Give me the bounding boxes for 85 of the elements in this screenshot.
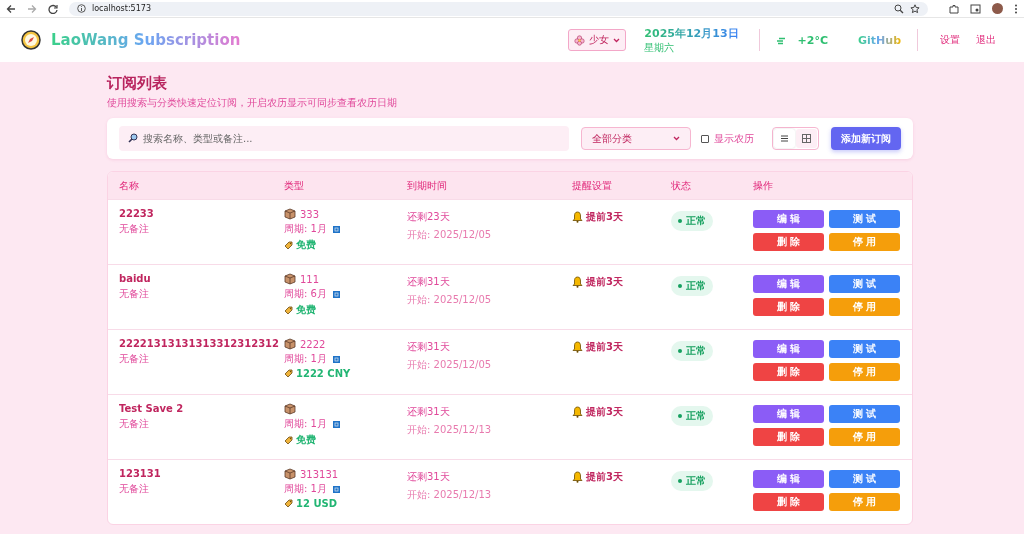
note-text: 无备注 (119, 352, 150, 366)
delete-button[interactable]: 删 除 (753, 428, 824, 446)
page-title: 订阅列表 (107, 74, 168, 93)
subscription-name: 22233 (119, 208, 155, 219)
reminder-text: 提前3天 (586, 275, 623, 289)
temperature-text: +2°C (797, 33, 829, 47)
price-text: 1222 CNY (296, 368, 351, 379)
cycle-text: 周期: 1月 (284, 352, 327, 366)
edit-button[interactable]: 编 辑 (753, 470, 824, 488)
price-text: 免费 (296, 303, 316, 317)
header-link[interactable]: 设置 (940, 33, 960, 47)
page-subtitle: 使用搜索与分类快速定位订阅，开启农历显示可同步查看农历日期 (107, 96, 398, 110)
category-select[interactable]: 全部分类 (581, 127, 691, 150)
delete-button[interactable]: 删 除 (753, 233, 824, 251)
start-date: 开始: 2025/12/13 (407, 488, 493, 502)
status-badge: 正常 (671, 276, 713, 296)
checkbox-label: 显示农历 (714, 131, 754, 146)
status-badge: 正常 (671, 471, 713, 491)
cycle-text: 周期: 1月 (284, 482, 327, 496)
price-text: 免费 (296, 433, 316, 447)
type-text: 313131 (300, 468, 339, 480)
reminder-text: 提前3天 (586, 210, 623, 224)
status-badge: 正常 (671, 406, 713, 426)
theme-select[interactable]: 少女 (568, 29, 627, 51)
reminder-text: 提前3天 (586, 405, 623, 419)
header-link[interactable]: 退出 (976, 33, 996, 47)
start-date: 开始: 2025/12/05 (407, 293, 493, 307)
column-header: 名称 (119, 178, 140, 193)
column-header: 提醒设置 (572, 178, 613, 193)
type-text: 2222 (300, 338, 326, 350)
reminder-text: 提前3天 (586, 340, 623, 354)
note-text: 无备注 (119, 222, 150, 236)
edit-button[interactable]: 编 辑 (753, 340, 824, 358)
remaining-days: 还剩31天 (407, 405, 572, 419)
reminder-text: 提前3天 (586, 470, 623, 484)
type-text: 111 (300, 273, 320, 285)
column-header: 操作 (753, 178, 774, 193)
cycle-text: 周期: 1月 (284, 222, 327, 236)
test-button[interactable]: 测 试 (829, 405, 900, 423)
remaining-days: 还剩23天 (407, 210, 572, 224)
type-text: 333 (300, 208, 320, 220)
subscription-name: baidu (119, 273, 152, 284)
price-text: 免费 (296, 238, 316, 252)
url-text: localhost:5173 (92, 4, 152, 13)
address-bar[interactable]: localhost:5173 (69, 1, 928, 16)
subscription-name: 22221313131313312312312 (119, 338, 281, 349)
price-text: 12 USD (296, 498, 338, 509)
column-header: 状态 (671, 178, 692, 193)
remaining-days: 还剩31天 (407, 470, 572, 484)
disable-button[interactable]: 停 用 (829, 233, 900, 251)
disable-button[interactable]: 停 用 (829, 298, 900, 316)
disable-button[interactable]: 停 用 (829, 363, 900, 381)
column-header: 到期时间 (407, 178, 448, 193)
date-text: 2025年12月13日 (644, 25, 739, 41)
status-badge: 正常 (671, 211, 713, 231)
subscription-name: 123131 (119, 468, 162, 479)
edit-button[interactable]: 编 辑 (753, 405, 824, 423)
start-date: 开始: 2025/12/05 (407, 358, 493, 372)
edit-button[interactable]: 编 辑 (753, 275, 824, 293)
start-date: 开始: 2025/12/05 (407, 228, 493, 242)
edit-button[interactable]: 编 辑 (753, 210, 824, 228)
note-text: 无备注 (119, 482, 150, 496)
remaining-days: 还剩31天 (407, 340, 572, 354)
delete-button[interactable]: 删 除 (753, 493, 824, 511)
test-button[interactable]: 测 试 (829, 275, 900, 293)
test-button[interactable]: 测 试 (829, 470, 900, 488)
subscription-name: Test Save 2 (119, 403, 185, 414)
github-link[interactable]: GitHub (858, 33, 901, 47)
cycle-text: 周期: 6月 (284, 287, 327, 301)
column-header: 类型 (284, 178, 305, 193)
cycle-text: 周期: 1月 (284, 417, 327, 431)
add-subscription-button[interactable]: 添加新订阅 (831, 127, 901, 150)
delete-button[interactable]: 删 除 (753, 363, 824, 381)
test-button[interactable]: 测 试 (829, 340, 900, 358)
weekday-text: 星期六 (644, 40, 676, 55)
disable-button[interactable]: 停 用 (829, 493, 900, 511)
start-date: 开始: 2025/12/13 (407, 423, 493, 437)
test-button[interactable]: 测 试 (829, 210, 900, 228)
disable-button[interactable]: 停 用 (829, 428, 900, 446)
status-badge: 正常 (671, 341, 713, 361)
note-text: 无备注 (119, 287, 150, 301)
note-text: 无备注 (119, 417, 150, 431)
delete-button[interactable]: 删 除 (753, 298, 824, 316)
search-field[interactable]: 搜索名称、类型或备注... (119, 126, 569, 151)
remaining-days: 还剩31天 (407, 275, 572, 289)
